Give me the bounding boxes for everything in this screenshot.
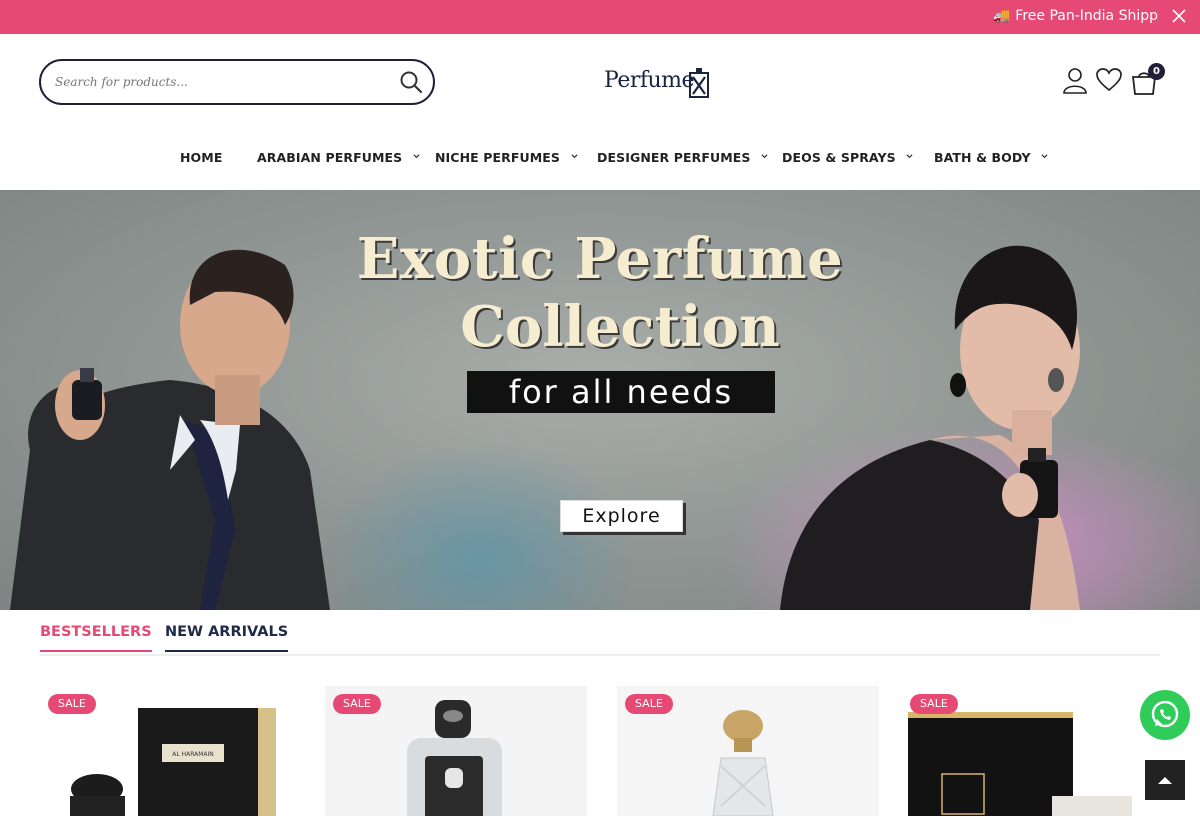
product-card[interactable]: SALE xyxy=(325,686,587,816)
nav-item-label: DEOS & SPRAYS xyxy=(782,150,896,165)
search-input[interactable] xyxy=(55,71,385,93)
explore-button[interactable]: Explore xyxy=(560,500,683,532)
sale-badge: SALE xyxy=(333,694,381,714)
nav-item-label: DESIGNER PERFUMES xyxy=(597,150,751,165)
whatsapp-icon xyxy=(1151,700,1179,728)
nav-item-label: ARABIAN PERFUMES xyxy=(257,150,403,165)
wishlist-heart-icon[interactable] xyxy=(1095,66,1123,94)
perfume-x-icon xyxy=(689,68,709,98)
close-icon[interactable] xyxy=(1172,9,1186,23)
chevron-up-icon xyxy=(1158,777,1172,784)
hero-banner[interactable]: Exotic Perfume Collection for all needs … xyxy=(0,190,1200,610)
nav-item-label: BATH & BODY xyxy=(934,150,1031,165)
sale-badge: SALE xyxy=(48,694,96,714)
chevron-down-icon xyxy=(1041,154,1048,159)
chevron-down-icon xyxy=(413,154,420,159)
announcement-bar: 🚚 Free Pan-India Shipp xyxy=(0,0,1200,34)
tab-bestsellers[interactable]: BESTSELLERS xyxy=(40,624,152,652)
logo-text: Perfume xyxy=(604,68,695,93)
product-card[interactable]: SALE AL HARAMAIN xyxy=(40,686,302,816)
search-icon[interactable] xyxy=(399,70,423,94)
chevron-down-icon xyxy=(761,154,768,159)
search-bar xyxy=(39,59,435,105)
account-icon[interactable] xyxy=(1061,66,1089,94)
hero-subtitle: for all needs xyxy=(467,371,775,413)
scroll-to-top-button[interactable] xyxy=(1145,760,1185,800)
sale-badge: SALE xyxy=(625,694,673,714)
nav-item-label: NICHE PERFUMES xyxy=(435,150,561,165)
chevron-down-icon xyxy=(570,154,578,159)
nav-item-home[interactable]: HOME xyxy=(180,150,222,165)
whatsapp-button[interactable] xyxy=(1140,690,1190,740)
main-nav: HOME ARABIAN PERFUMES NICHE PERFUMES DES… xyxy=(0,140,1200,178)
hero-title-line1: Exotic Perfume xyxy=(356,226,844,292)
hero-title-line2: Collection xyxy=(460,294,780,360)
product-tabs: BESTSELLERS NEW ARRIVALS xyxy=(40,610,1160,656)
tab-new-arrivals[interactable]: NEW ARRIVALS xyxy=(165,624,289,652)
nav-item-bath-body[interactable]: BATH & BODY xyxy=(934,150,1048,165)
box-label: AL HARAMAIN xyxy=(172,751,214,758)
product-card[interactable]: SALE xyxy=(902,686,1164,816)
sale-badge: SALE xyxy=(910,694,958,714)
chevron-down-icon xyxy=(906,154,913,159)
announcement-text: 🚚 Free Pan-India Shipp xyxy=(993,8,1158,24)
nav-item-deos-sprays[interactable]: DEOS & SPRAYS xyxy=(782,150,913,165)
cart-count-badge: 0 xyxy=(1148,63,1165,80)
nav-item-designer-perfumes[interactable]: DESIGNER PERFUMES xyxy=(597,150,768,165)
nav-item-niche-perfumes[interactable]: NICHE PERFUMES xyxy=(435,150,578,165)
product-card[interactable]: SALE xyxy=(617,686,879,816)
nav-item-arabian-perfumes[interactable]: ARABIAN PERFUMES xyxy=(257,150,420,165)
nav-item-label: HOME xyxy=(180,150,223,165)
site-logo[interactable]: Perfume xyxy=(604,66,710,100)
